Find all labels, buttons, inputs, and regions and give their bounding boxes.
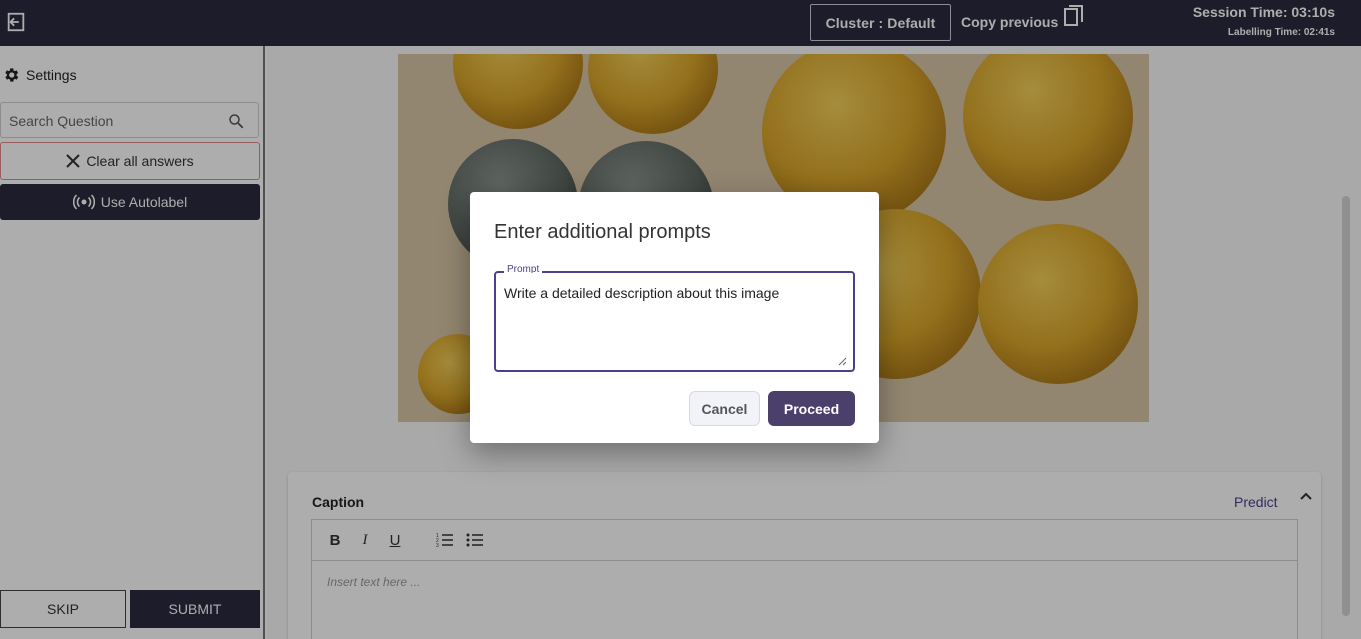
proceed-button[interactable]: Proceed: [768, 391, 855, 426]
resize-handle-icon[interactable]: [838, 357, 847, 366]
prompt-field: Prompt Write a detailed description abou…: [494, 265, 855, 372]
prompt-textarea[interactable]: Write a detailed description about this …: [504, 285, 844, 365]
additional-prompts-dialog: Enter additional prompts Prompt Write a …: [470, 192, 879, 443]
prompt-label: Prompt: [504, 265, 543, 273]
dialog-title: Enter additional prompts: [494, 221, 711, 243]
cancel-button[interactable]: Cancel: [689, 391, 760, 426]
